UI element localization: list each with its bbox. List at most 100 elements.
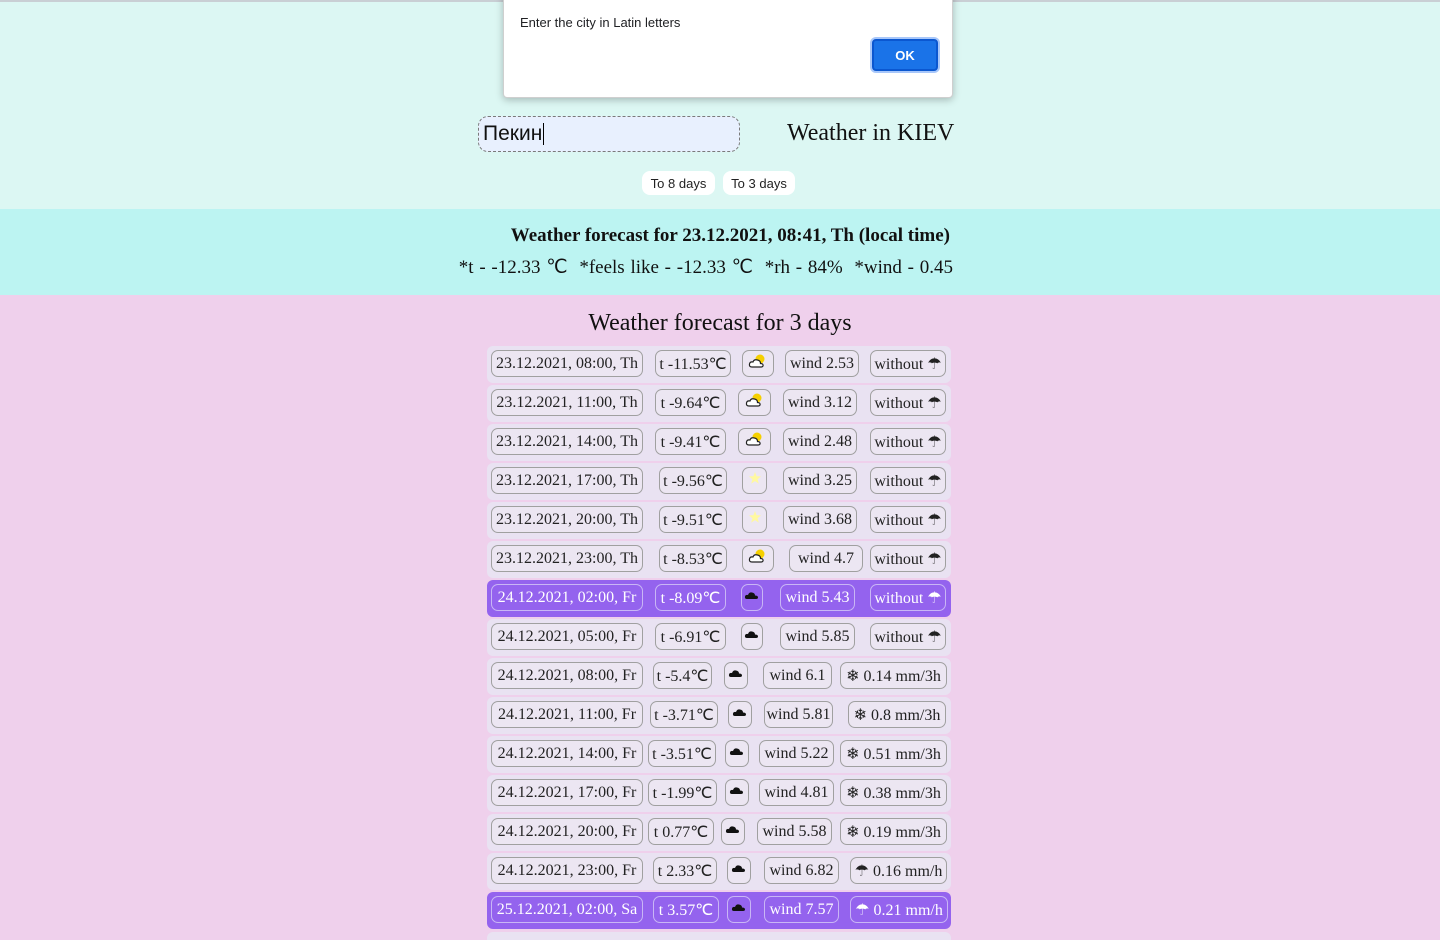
forecast-date: 24.12.2021, 20:00, Fr bbox=[491, 818, 643, 845]
forecast-condition bbox=[724, 662, 748, 689]
forecast-wind: wind 5.85 bbox=[780, 623, 855, 650]
forecast-precipitation: without ☂ bbox=[870, 389, 946, 416]
forecast-condition bbox=[742, 506, 767, 533]
forecast-precipitation: ❄ 0.51 mm/3h bbox=[840, 740, 947, 767]
forecast-date: 23.12.2021, 20:00, Th bbox=[491, 506, 643, 533]
current-weather-details: *t - -12.33 ℃ *feels like - -12.33 ℃ *rh… bbox=[0, 256, 953, 279]
forecast-date: 24.12.2021, 05:00, Fr bbox=[491, 623, 643, 650]
forecast-condition bbox=[741, 584, 763, 611]
forecast-temp: t -9.64℃ bbox=[655, 389, 726, 416]
alert-message: Enter the city in Latin letters bbox=[520, 15, 681, 30]
forecast-date: 24.12.2021, 02:00, Fr bbox=[491, 584, 643, 611]
forecast-row: 24.12.2021, 02:00, Fr t -8.09℃ wind 5.43 wi… bbox=[487, 580, 951, 617]
forecast-temp: t -1.99℃ bbox=[648, 779, 717, 806]
city-search-input[interactable]: Пекин bbox=[478, 116, 740, 152]
to-8-days-button[interactable]: To 8 days bbox=[642, 171, 715, 195]
forecast-temp: t 2.33℃ bbox=[653, 857, 717, 884]
forecast-condition bbox=[725, 740, 749, 767]
forecast-precipitation: ☂ 0.16 mm/h bbox=[850, 857, 947, 884]
forecast-wind: wind 2.48 bbox=[783, 428, 857, 455]
cloud-sun-icon bbox=[748, 353, 768, 374]
forecast-condition bbox=[727, 896, 751, 923]
current-feels-like: *feels like - -12.33 ℃ bbox=[579, 257, 753, 278]
city-input-value: Пекин bbox=[483, 122, 543, 145]
forecast-wind: wind 7.57 bbox=[764, 896, 839, 923]
forecast-row: 25.12.2021, 02:00, Sa t 3.57℃ wind 7.57 ☂ 0… bbox=[487, 892, 951, 929]
forecast-temp: t -5.4℃ bbox=[653, 662, 712, 689]
forecast-date: 23.12.2021, 23:00, Th bbox=[491, 545, 643, 572]
forecast-temp: t -6.91℃ bbox=[655, 623, 726, 650]
forecast-condition bbox=[728, 701, 752, 728]
forecast-row: 24.12.2021, 08:00, Fr t -5.4℃ wind 6.1 ❄ 0.… bbox=[487, 658, 951, 695]
star-icon bbox=[748, 471, 762, 490]
forecast-date: 23.12.2021, 17:00, Th bbox=[491, 467, 643, 494]
forecast-precipitation: without ☂ bbox=[870, 467, 946, 494]
forecast-precipitation: without ☂ bbox=[870, 623, 946, 650]
forecast-condition bbox=[725, 779, 749, 806]
forecast-row: 23.12.2021, 08:00, Th t -11.53℃ wind 2.53 w… bbox=[487, 346, 951, 383]
alert-dialog: Enter the city in Latin letters OK bbox=[503, 0, 953, 98]
cloud-sun-icon bbox=[745, 392, 765, 413]
forecast-temp: t -3.51℃ bbox=[648, 740, 716, 767]
forecast-temp: t -8.09℃ bbox=[655, 584, 726, 611]
forecast-precipitation: ❄ 0.8 mm/3h bbox=[848, 701, 946, 728]
forecast-condition bbox=[741, 623, 763, 650]
cloud-icon bbox=[729, 784, 745, 801]
forecast-precipitation: without ☂ bbox=[870, 350, 946, 377]
forecast-temp: t -9.41℃ bbox=[655, 428, 726, 455]
forecast-wind: wind 2.53 bbox=[785, 350, 859, 377]
forecast-row: 24.12.2021, 20:00, Fr t 0.77℃ wind 5.58 ❄ 0… bbox=[487, 814, 951, 851]
forecast-date: 23.12.2021, 11:00, Th bbox=[491, 389, 643, 416]
forecast-condition bbox=[742, 467, 767, 494]
cloud-icon bbox=[744, 589, 760, 606]
forecast-condition bbox=[738, 428, 771, 455]
forecast-temp: t -9.56℃ bbox=[659, 467, 727, 494]
text-caret bbox=[543, 123, 545, 145]
forecast-row: 23.12.2021, 17:00, Th t -9.56℃ wind 3.25 wi… bbox=[487, 463, 951, 500]
forecast-temp: t -8.53℃ bbox=[659, 545, 727, 572]
forecast-date: 24.12.2021, 11:00, Fr bbox=[491, 701, 643, 728]
weather-location-title: Weather in KIEV bbox=[787, 120, 955, 146]
forecast-wind: wind 6.82 bbox=[764, 857, 839, 884]
forecast-wind: wind 3.25 bbox=[783, 467, 857, 494]
ok-button[interactable]: OK bbox=[872, 39, 938, 71]
forecast-row: 23.12.2021, 23:00, Th t -8.53℃ wind 4.7 wit… bbox=[487, 541, 951, 578]
forecast-title: Weather forecast for 3 days bbox=[588, 310, 852, 336]
cloud-icon bbox=[731, 862, 747, 879]
cloud-icon bbox=[728, 667, 744, 684]
forecast-date: 24.12.2021, 17:00, Fr bbox=[491, 779, 643, 806]
forecast-date: 23.12.2021, 14:00, Th bbox=[491, 428, 643, 455]
forecast-precipitation: ☂ 0.21 mm/h bbox=[850, 896, 948, 923]
forecast-precipitation: ❄ 0.38 mm/3h bbox=[840, 779, 947, 806]
forecast-date: 24.12.2021, 14:00, Fr bbox=[491, 740, 643, 767]
forecast-row: 24.12.2021, 14:00, Fr t -3.51℃ wind 5.22 ❄ … bbox=[487, 736, 951, 773]
cloud-icon bbox=[732, 706, 748, 723]
to-3-days-button[interactable]: To 3 days bbox=[723, 171, 795, 195]
forecast-row: 23.12.2021, 20:00, Th t -9.51℃ wind 3.68 wi… bbox=[487, 502, 951, 539]
forecast-wind: wind 4.7 bbox=[789, 545, 863, 572]
cloud-icon bbox=[729, 745, 745, 762]
forecast-row: 23.12.2021, 11:00, Th t -9.64℃ wind 3.12 wi… bbox=[487, 385, 951, 422]
forecast-wind: wind 5.43 bbox=[780, 584, 855, 611]
current-weather-section: Weather forecast for 23.12.2021, 08:41, … bbox=[0, 209, 1440, 295]
current-weather-title: Weather forecast for 23.12.2021, 08:41, … bbox=[510, 225, 950, 246]
forecast-wind: wind 6.1 bbox=[763, 662, 832, 689]
forecast-temp: t -3.71℃ bbox=[650, 701, 718, 728]
forecast-wind: wind 5.22 bbox=[759, 740, 834, 767]
forecast-condition bbox=[742, 350, 774, 377]
forecast-date: 24.12.2021, 23:00, Fr bbox=[491, 857, 643, 884]
star-icon bbox=[748, 510, 762, 529]
forecast-condition bbox=[727, 857, 751, 884]
cloud-icon bbox=[725, 823, 741, 840]
forecast-row: 23.12.2021, 14:00, Th t -9.41℃ wind 2.48 wi… bbox=[487, 424, 951, 461]
forecast-date: 23.12.2021, 08:00, Th bbox=[491, 350, 643, 377]
current-humidity: *rh - 84% bbox=[764, 257, 843, 278]
forecast-precipitation: without ☂ bbox=[870, 506, 946, 533]
cloud-sun-icon bbox=[748, 548, 768, 569]
forecast-date: 24.12.2021, 08:00, Fr bbox=[491, 662, 643, 689]
forecast-temp: t -11.53℃ bbox=[655, 350, 731, 377]
forecast-wind: wind 4.81 bbox=[759, 779, 834, 806]
cloud-sun-icon bbox=[745, 431, 765, 452]
forecast-wind: wind 5.81 bbox=[764, 701, 833, 728]
forecast-temp: t 0.77℃ bbox=[648, 818, 714, 845]
